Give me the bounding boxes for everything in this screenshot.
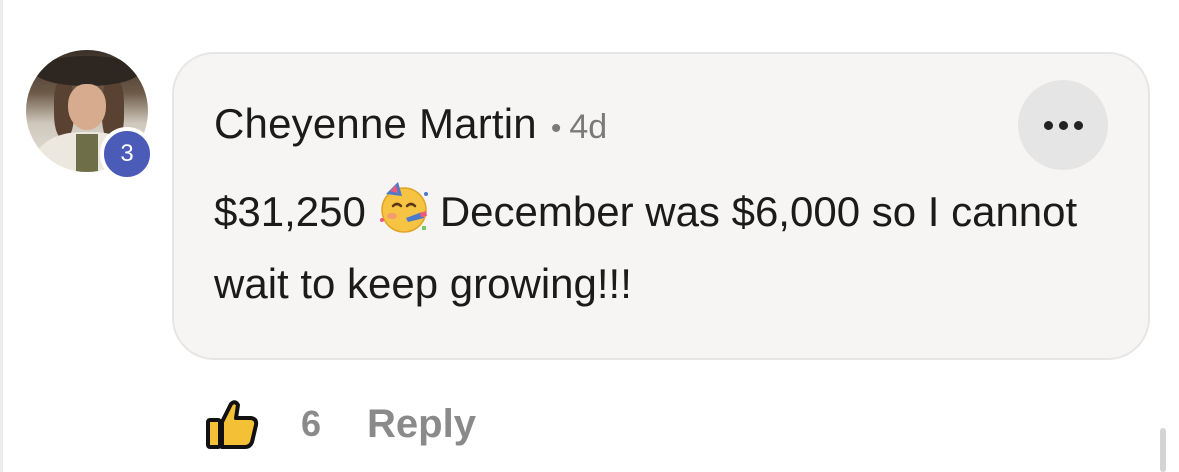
comment-bubble: Cheyenne Martin • 4d $31,250 December wa… [172,52,1150,360]
ellipsis-horizontal-icon [1043,120,1053,130]
author-name[interactable]: Cheyenne Martin [214,100,537,148]
partying-face-icon [379,182,428,233]
thumbs-up-icon[interactable] [205,398,259,450]
separator-dot: • [550,112,562,145]
scrollbar[interactable] [1160,428,1166,472]
avatar-level-badge: 3 [100,127,154,181]
reply-button[interactable]: Reply [367,402,476,447]
more-options-button[interactable] [1018,80,1108,170]
comment-text-amount: $31,250 [214,188,366,235]
thread-line [0,0,3,472]
comment-actions: 6 Reply [205,398,476,450]
like-count: 6 [301,403,322,444]
avatar[interactable]: 3 [26,50,154,181]
comment-text: $31,250 December was $6,000 so I cannot … [214,176,1094,320]
comment-timestamp[interactable]: 4d [569,108,607,147]
comment-header: Cheyenne Martin • 4d [214,100,607,148]
